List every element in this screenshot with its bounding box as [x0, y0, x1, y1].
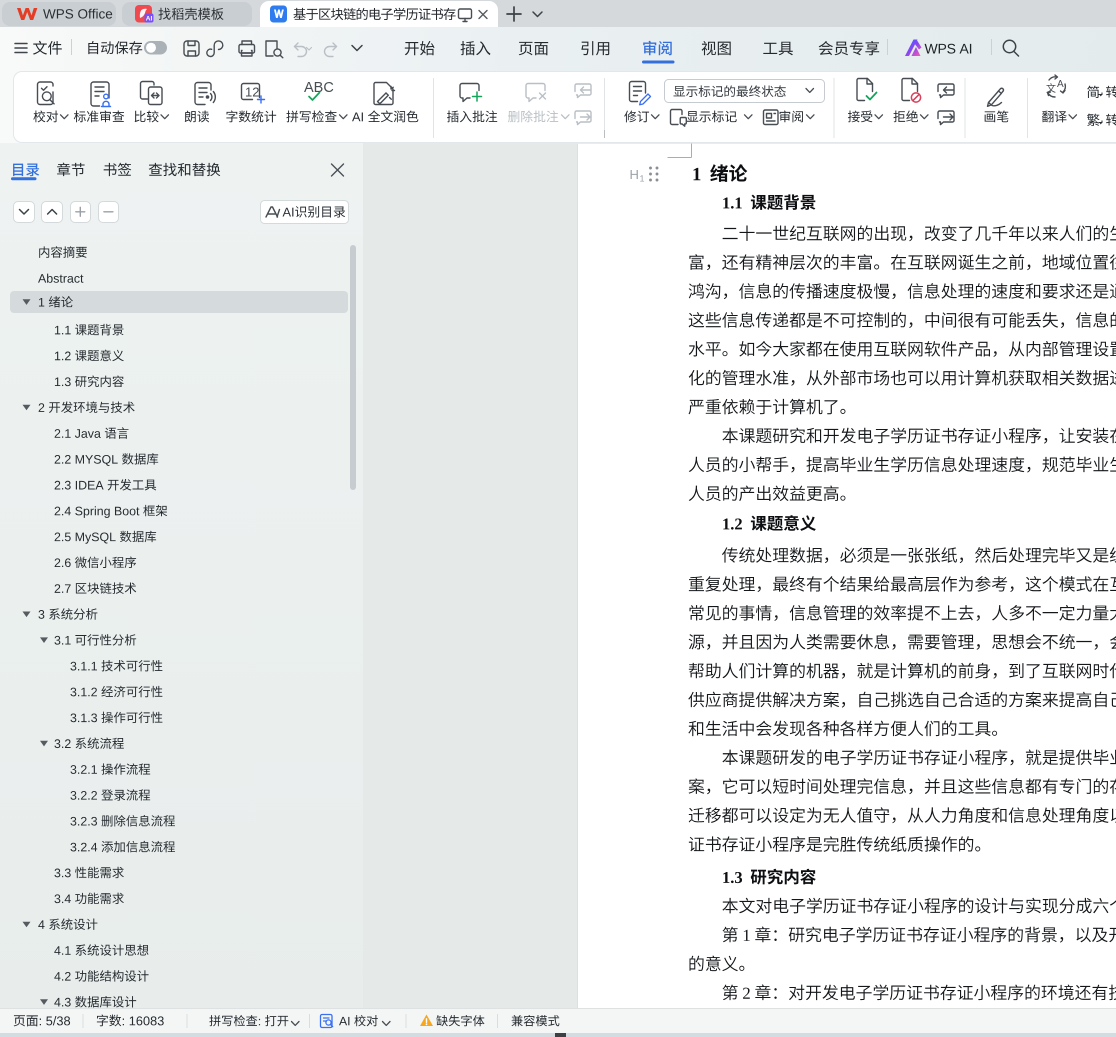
- svg-text:A: A: [1057, 79, 1064, 90]
- svg-text:AI: AI: [146, 16, 153, 23]
- svg-text:12: 12: [245, 85, 259, 100]
